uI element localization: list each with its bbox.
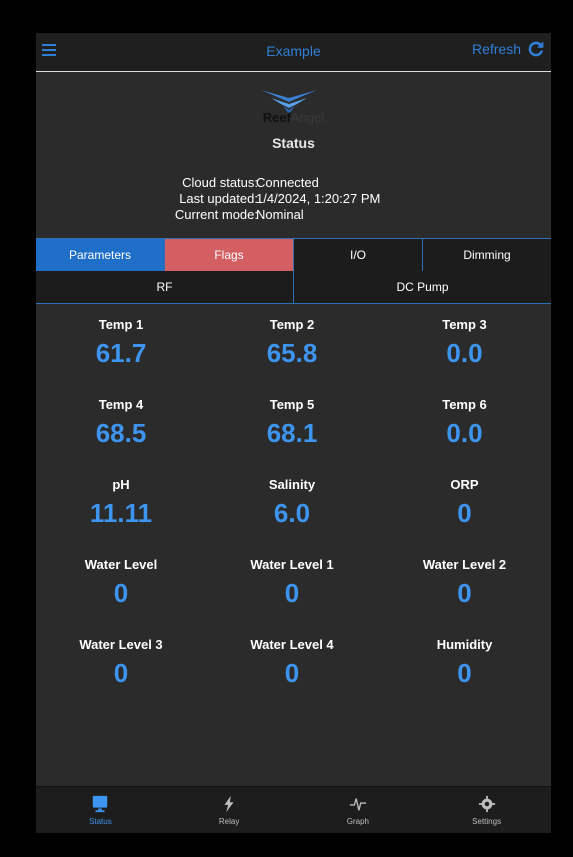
- nav-label: Relay: [218, 817, 240, 826]
- logo-reef: Reef: [262, 110, 291, 125]
- param-label: Water Level 4: [250, 637, 334, 652]
- param-humidity: Humidity 0: [378, 635, 551, 715]
- param-value: 0: [457, 658, 472, 688]
- tab-dc-pump[interactable]: DC Pump: [294, 271, 551, 303]
- param-value: 61.7: [95, 338, 147, 368]
- param-value: 0: [457, 498, 472, 528]
- param-water-level-4: Water Level 4 0: [206, 635, 378, 715]
- status-heading: Status: [272, 135, 315, 151]
- lightning-icon: [224, 795, 234, 813]
- param-water-level-3: Water Level 3 0: [36, 635, 206, 715]
- param-value: 11.11: [89, 498, 153, 528]
- refresh-label: Refresh: [471, 41, 521, 57]
- nav-label: Settings: [472, 817, 502, 826]
- tab-io[interactable]: I/O: [294, 239, 423, 271]
- param-label: Temp 4: [98, 397, 144, 412]
- info-value: 1/4/2024, 1:20:27 PM: [256, 191, 381, 206]
- param-label: Water Level: [84, 557, 158, 572]
- info-value: Connected: [256, 175, 319, 190]
- param-temp-4: Temp 4 68.5: [36, 395, 206, 475]
- param-value: 68.1: [266, 418, 318, 448]
- param-value: 0.0: [446, 338, 483, 368]
- parameters-grid: Temp 1 61.7 Temp 2 65.8 Temp 3 0.0 Temp 4 68…: [36, 315, 551, 715]
- param-label: Water Level 2: [422, 557, 507, 572]
- param-label: Temp 2: [269, 317, 315, 332]
- param-label: Temp 1: [98, 317, 144, 332]
- info-row: Last updated: 1/4/2024, 1:20:27 PM: [36, 191, 551, 207]
- param-label: Water Level 3: [79, 637, 163, 652]
- tab-rf[interactable]: RF: [36, 271, 294, 303]
- refresh-button[interactable]: Refresh: [472, 38, 547, 60]
- top-bar: Example Refresh: [36, 33, 551, 72]
- param-temp-2: Temp 2 65.8: [206, 315, 378, 395]
- tabs-row-1: Parameters Flags I/O Dimming: [36, 238, 551, 272]
- param-value: 6.0: [273, 498, 311, 528]
- param-temp-1: Temp 1 61.7: [36, 315, 206, 395]
- param-ph: pH 11.11: [36, 475, 206, 555]
- param-value: 0: [284, 658, 300, 688]
- tab-parameters[interactable]: Parameters: [36, 239, 165, 271]
- info-label: Current mode:: [174, 207, 258, 222]
- connection-info: Cloud status: Connected Last updated: 1/…: [36, 175, 551, 223]
- param-salinity: Salinity 6.0: [206, 475, 378, 555]
- app-screen: Example Refresh ReefAngel Status Cloud s…: [36, 33, 551, 833]
- logo-text: ReefAngel: [36, 110, 551, 125]
- monitor-icon: [93, 795, 108, 813]
- param-temp-6: Temp 6 0.0: [378, 395, 551, 475]
- param-water-level-2: Water Level 2 0: [378, 555, 551, 635]
- pulse-icon: [349, 798, 366, 811]
- param-water-level-1: Water Level 1 0: [206, 555, 378, 635]
- param-value: 0.0: [446, 418, 483, 448]
- param-temp-5: Temp 5 68.1: [206, 395, 378, 475]
- info-label: Cloud status:: [182, 175, 258, 190]
- param-label: Temp 6: [442, 397, 487, 412]
- tabs-row-2: RF DC Pump: [36, 271, 551, 304]
- param-value: 0: [113, 658, 129, 688]
- bottom-nav: Status Relay Graph Settings: [36, 786, 551, 833]
- nav-graph[interactable]: Graph: [294, 787, 423, 833]
- param-label: Humidity: [436, 637, 493, 652]
- param-value: 0: [284, 578, 300, 608]
- param-label: Temp 3: [442, 317, 487, 332]
- gear-icon: [478, 795, 495, 813]
- param-value: 65.8: [266, 338, 318, 368]
- param-label: Temp 5: [269, 397, 315, 412]
- nav-label: Status: [89, 817, 112, 826]
- nav-status[interactable]: Status: [36, 787, 165, 833]
- param-value: 68.5: [95, 418, 147, 448]
- tab-dimming[interactable]: Dimming: [423, 239, 551, 271]
- param-label: Salinity: [268, 477, 316, 492]
- nav-label: Graph: [346, 817, 369, 826]
- info-value: Nominal: [256, 207, 304, 222]
- tab-flags[interactable]: Flags: [165, 239, 294, 271]
- logo-angel: Angel: [290, 110, 325, 125]
- param-label: ORP: [450, 477, 479, 492]
- param-water-level: Water Level 0: [36, 555, 206, 635]
- refresh-icon: [528, 41, 544, 57]
- info-label: Last updated:: [179, 191, 258, 206]
- param-label: pH: [112, 477, 130, 492]
- param-label: Water Level 1: [250, 557, 334, 572]
- info-row: Current mode: Nominal: [36, 207, 551, 223]
- param-temp-3: Temp 3 0.0: [378, 315, 551, 395]
- logo-area: ReefAngel Status: [36, 72, 551, 156]
- param-value: 0: [113, 578, 129, 608]
- param-value: 0: [457, 578, 472, 608]
- param-orp: ORP 0: [378, 475, 551, 555]
- info-row: Cloud status: Connected: [36, 175, 551, 191]
- nav-relay[interactable]: Relay: [165, 787, 294, 833]
- nav-settings[interactable]: Settings: [422, 787, 551, 833]
